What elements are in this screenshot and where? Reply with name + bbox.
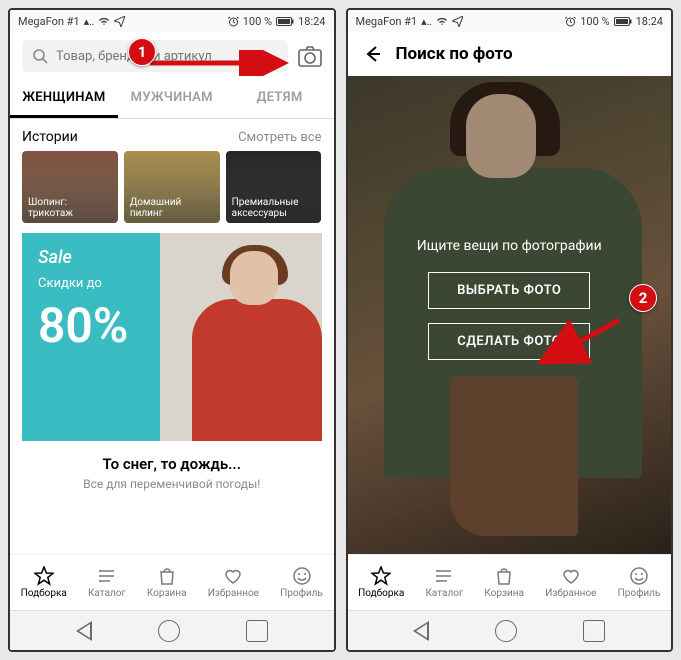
photo-body: Ищите вещи по фотографии ВЫБРАТЬ ФОТО СД… [348, 76, 672, 554]
stories-row[interactable]: Шопинг: трикотаж Домашний пилинг Премиал… [10, 151, 334, 233]
bag-icon [157, 566, 177, 586]
carrier-label: MegaFon #1 [18, 15, 80, 28]
story-label: Домашний пилинг [130, 197, 214, 219]
tab-kids[interactable]: ДЕТЯМ [226, 80, 334, 118]
nav-label: Подборка [358, 588, 404, 599]
send-icon [114, 16, 125, 27]
wifi-icon [98, 16, 110, 26]
sys-home[interactable] [495, 620, 517, 642]
callout-1: 1 [128, 38, 156, 66]
nav-catalog[interactable]: Каталог [88, 566, 126, 599]
stories-seeall[interactable]: Смотреть все [238, 130, 321, 145]
back-icon[interactable] [362, 44, 382, 64]
photo-title: Поиск по фото [396, 44, 513, 64]
heart-icon [223, 566, 243, 586]
sys-home[interactable] [158, 620, 180, 642]
wifi-icon [436, 16, 448, 26]
promo-title: То снег, то дождь... [22, 455, 322, 473]
stories-title: Истории [22, 129, 78, 145]
nav-profile[interactable]: Профиль [280, 566, 323, 599]
battery-label: 100 % [580, 15, 609, 28]
stories-header: Истории Смотреть все [10, 119, 334, 151]
promo-text: То снег, то дождь... Все для переменчиво… [10, 441, 334, 497]
nav-catalog[interactable]: Каталог [426, 566, 464, 599]
nav-label: Корзина [147, 588, 187, 599]
camera-icon[interactable] [298, 45, 322, 67]
system-nav [348, 610, 672, 650]
system-nav [10, 610, 334, 650]
bag-icon [494, 566, 514, 586]
alarm-icon [565, 16, 576, 27]
nav-label: Профиль [618, 588, 661, 599]
phone-photo-search: 2 MegaFon #1 ▴‥ 100 % 18:24 [346, 8, 674, 652]
story-label: Шопинг: трикотаж [28, 197, 112, 219]
nav-fav[interactable]: Избранное [545, 566, 596, 599]
search-icon [32, 48, 48, 64]
arrow-1 [146, 50, 296, 76]
star-icon [34, 566, 54, 586]
sale-banner[interactable]: Sale Скидки до 80% [22, 233, 322, 441]
promo-sub: Все для переменчивой погоды! [22, 477, 322, 491]
status-bar: MegaFon #1 ▴‥ 100 % 18:24 [10, 10, 334, 32]
nav-label: Каталог [88, 588, 126, 599]
tabs: ЖЕНЩИНАМ МУЖЧИНАМ ДЕТЯМ [10, 80, 334, 119]
send-icon [452, 16, 463, 27]
bottom-nav: Подборка Каталог Корзина Избранное Профи… [348, 554, 672, 610]
sys-back[interactable] [413, 621, 429, 641]
sim-icon: ▴‥ [421, 15, 432, 28]
nav-label: Каталог [426, 588, 464, 599]
story-item[interactable]: Премиальные аксессуары [226, 151, 322, 223]
nav-fav[interactable]: Избранное [208, 566, 259, 599]
time-label: 18:24 [298, 15, 325, 28]
sale-figure [162, 241, 322, 441]
time-label: 18:24 [636, 15, 663, 28]
alarm-icon [228, 16, 239, 27]
sys-back[interactable] [76, 621, 92, 641]
tab-men[interactable]: МУЖЧИНАМ [118, 80, 226, 118]
sys-recent[interactable] [583, 620, 605, 642]
list-icon [434, 566, 454, 586]
arrow-2 [527, 318, 627, 368]
photo-header: Поиск по фото [348, 32, 672, 76]
battery-label: 100 % [243, 15, 272, 28]
carrier-label: MegaFon #1 [356, 15, 418, 28]
bottom-nav: Подборка Каталог Корзина Избранное Профи… [10, 554, 334, 610]
photo-hint: Ищите вещи по фотографии [417, 238, 602, 254]
nav-label: Профиль [280, 588, 323, 599]
nav-label: Корзина [484, 588, 524, 599]
phone-home: 1 MegaFon #1 ▴‥ 100 % 18:24 [8, 8, 336, 652]
smile-icon [629, 566, 649, 586]
nav-feed[interactable]: Подборка [358, 566, 404, 599]
choose-photo-button[interactable]: ВЫБРАТЬ ФОТО [428, 272, 590, 309]
star-icon [371, 566, 391, 586]
story-item[interactable]: Шопинг: трикотаж [22, 151, 118, 223]
nav-label: Избранное [208, 588, 259, 599]
smile-icon [292, 566, 312, 586]
nav-feed[interactable]: Подборка [21, 566, 67, 599]
nav-cart[interactable]: Корзина [484, 566, 524, 599]
sys-recent[interactable] [246, 620, 268, 642]
battery-icon [614, 17, 632, 26]
status-bar: MegaFon #1 ▴‥ 100 % 18:24 [348, 10, 672, 32]
nav-label: Избранное [545, 588, 596, 599]
battery-icon [276, 17, 294, 26]
heart-icon [561, 566, 581, 586]
story-item[interactable]: Домашний пилинг [124, 151, 220, 223]
nav-cart[interactable]: Корзина [147, 566, 187, 599]
nav-profile[interactable]: Профиль [618, 566, 661, 599]
story-label: Премиальные аксессуары [232, 197, 316, 219]
list-icon [97, 566, 117, 586]
callout-2: 2 [629, 284, 657, 312]
nav-label: Подборка [21, 588, 67, 599]
sim-icon: ▴‥ [84, 15, 95, 28]
tab-women[interactable]: ЖЕНЩИНАМ [10, 80, 118, 118]
